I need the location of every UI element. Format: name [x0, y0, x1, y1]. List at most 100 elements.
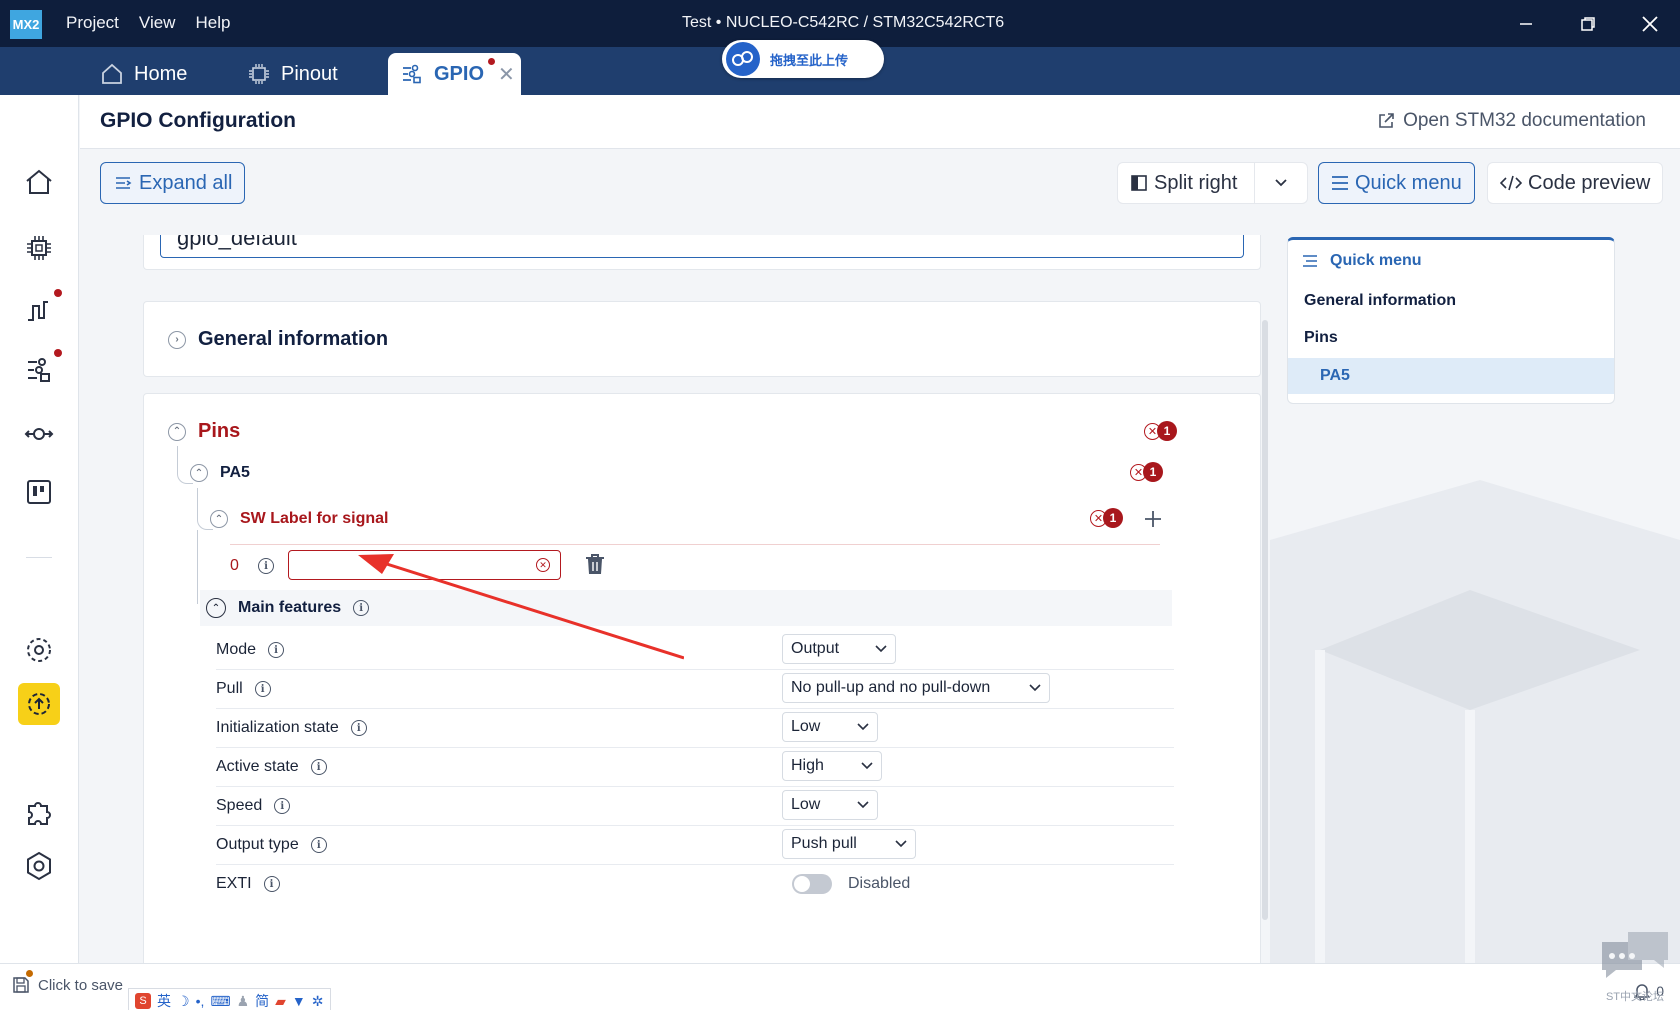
- info-icon[interactable]: i: [268, 642, 285, 658]
- split-right-label: Split right: [1154, 171, 1238, 194]
- expand-all-button[interactable]: Expand all: [100, 162, 246, 204]
- restore-icon[interactable]: [1574, 10, 1602, 38]
- property-row-speed: Speed i Low: [216, 786, 1174, 826]
- ime-language[interactable]: 英: [157, 991, 171, 1010]
- menu-help[interactable]: Help: [195, 13, 230, 33]
- sw-label-header[interactable]: ⌃ SW Label for signal: [210, 510, 388, 528]
- rail-gpio[interactable]: [20, 349, 62, 389]
- code-preview-label: Code preview: [1528, 171, 1651, 194]
- info-icon[interactable]: i: [274, 798, 291, 814]
- ime-settings-icon[interactable]: ✲: [312, 993, 324, 1010]
- upload-overlay[interactable]: 拖拽至此上传: [722, 40, 884, 78]
- gpio-icon: [403, 64, 421, 84]
- tab-home[interactable]: Home: [100, 53, 187, 95]
- rail-pinout[interactable]: [20, 229, 58, 267]
- keyboard-icon[interactable]: ⌨: [210, 993, 230, 1010]
- rail-home[interactable]: [20, 163, 58, 201]
- moon-icon[interactable]: ☽: [177, 993, 190, 1010]
- info-icon[interactable]: i: [350, 720, 367, 736]
- chevron-down-icon: [875, 645, 887, 653]
- rail-separator: [26, 557, 52, 558]
- tab-gpio[interactable]: GPIO ✕: [388, 53, 521, 95]
- signal-icon: [28, 301, 48, 321]
- exti-toggle[interactable]: [792, 874, 832, 894]
- pins-header[interactable]: ⌃ Pins: [168, 420, 240, 443]
- config-content: gpio_default › General information ⌃ Pin…: [80, 235, 1265, 963]
- ime-mode[interactable]: 简: [255, 991, 269, 1010]
- shirt-icon[interactable]: ▼: [292, 993, 306, 1009]
- pins-error-badge: ✕ 1: [1144, 421, 1177, 441]
- instance-card: gpio_default: [143, 235, 1261, 270]
- close-window-icon[interactable]: [1636, 10, 1664, 38]
- rail-settings[interactable]: [20, 631, 58, 669]
- open-documentation-link[interactable]: Open STM32 documentation: [1377, 110, 1646, 132]
- tab-pinout[interactable]: Pinout: [247, 53, 338, 95]
- property-label: EXTI: [216, 875, 252, 892]
- window-title: Test • NUCLEO-C542RC / STM32C542RCT6: [682, 14, 1005, 31]
- active-state-select[interactable]: High: [782, 751, 882, 781]
- user-icon[interactable]: ♟: [237, 993, 250, 1010]
- info-icon[interactable]: i: [254, 681, 271, 697]
- gear-dashed-icon: [27, 638, 51, 662]
- split-right-button[interactable]: Split right: [1117, 162, 1255, 204]
- tab-close-icon[interactable]: ✕: [498, 62, 515, 87]
- chevron-down-icon: [857, 801, 869, 809]
- tab-pinout-label: Pinout: [281, 62, 338, 85]
- rail-preferences[interactable]: [20, 847, 58, 885]
- skin-icon[interactable]: ▰: [275, 993, 286, 1010]
- init-state-select[interactable]: Low: [782, 712, 878, 742]
- add-label-button[interactable]: [1144, 504, 1162, 535]
- rail-extensions[interactable]: [20, 793, 58, 831]
- instance-select[interactable]: gpio_default: [160, 235, 1244, 258]
- menu-project[interactable]: Project: [66, 13, 119, 33]
- expand-icon: [116, 177, 132, 189]
- info-icon[interactable]: i: [263, 876, 280, 892]
- split-dropdown-button[interactable]: [1255, 162, 1308, 204]
- save-button[interactable]: Click to save: [12, 976, 123, 994]
- mode-value: Output: [791, 640, 840, 657]
- chevron-down-icon: [895, 840, 907, 848]
- mode-select[interactable]: Output: [782, 634, 896, 664]
- quick-menu-header: Quick menu: [1302, 252, 1422, 270]
- sw-label-title: SW Label for signal: [240, 510, 389, 527]
- left-rail: [0, 95, 79, 963]
- hex-settings-icon: [27, 851, 51, 881]
- quick-menu-item-pa5[interactable]: PA5: [1288, 358, 1614, 394]
- property-row-output-type: Output type i Push pull: [216, 825, 1174, 865]
- rail-connectivity[interactable]: [20, 415, 58, 453]
- rail-generate[interactable]: [18, 683, 60, 725]
- rail-signals[interactable]: [20, 289, 62, 329]
- content-scrollbar[interactable]: [1262, 320, 1268, 920]
- info-icon[interactable]: i: [310, 759, 327, 775]
- ime-toolbar[interactable]: S 英 ☽ •, ⌨ ♟ 简 ▰ ▼ ✲: [128, 988, 331, 1010]
- general-information-title: General information: [198, 328, 389, 350]
- generate-icon: [28, 693, 50, 715]
- quick-menu-item-pins[interactable]: Pins: [1304, 329, 1338, 347]
- pins-section: ⌃ Pins ✕ 1 ⌃ PA5 ✕ 1 ⌃ SW Label for sign…: [143, 393, 1261, 963]
- info-icon[interactable]: i: [310, 837, 327, 853]
- hamburger-icon: [1332, 176, 1348, 190]
- rail-board[interactable]: [20, 473, 58, 511]
- quick-menu-item-general[interactable]: General information: [1304, 292, 1456, 310]
- property-label: Output type: [216, 836, 299, 853]
- minimize-icon[interactable]: [1512, 10, 1540, 38]
- background-decoration: [1270, 480, 1680, 963]
- output-type-select[interactable]: Push pull: [782, 829, 916, 859]
- pin-pa5-header[interactable]: ⌃ PA5: [190, 464, 250, 482]
- menu-view[interactable]: View: [139, 13, 176, 33]
- general-information-header[interactable]: › General information: [168, 328, 388, 351]
- info-icon[interactable]: i: [258, 558, 274, 574]
- chip-icon: [27, 236, 51, 260]
- property-label: Initialization state: [216, 719, 339, 736]
- code-icon: [1500, 175, 1522, 191]
- punctuation-icon[interactable]: •,: [196, 993, 205, 1009]
- init-state-value: Low: [791, 718, 821, 735]
- code-preview-button[interactable]: Code preview: [1487, 162, 1664, 204]
- pull-select[interactable]: No pull-up and no pull-down: [782, 673, 1050, 703]
- expand-all-label: Expand all: [139, 171, 233, 194]
- sw-label-error-badge: ✕ 1: [1090, 508, 1123, 528]
- chevron-down-icon: [1029, 684, 1041, 692]
- speed-select[interactable]: Low: [782, 790, 878, 820]
- property-label: Mode: [216, 641, 257, 658]
- quick-menu-button[interactable]: Quick menu: [1318, 162, 1475, 204]
